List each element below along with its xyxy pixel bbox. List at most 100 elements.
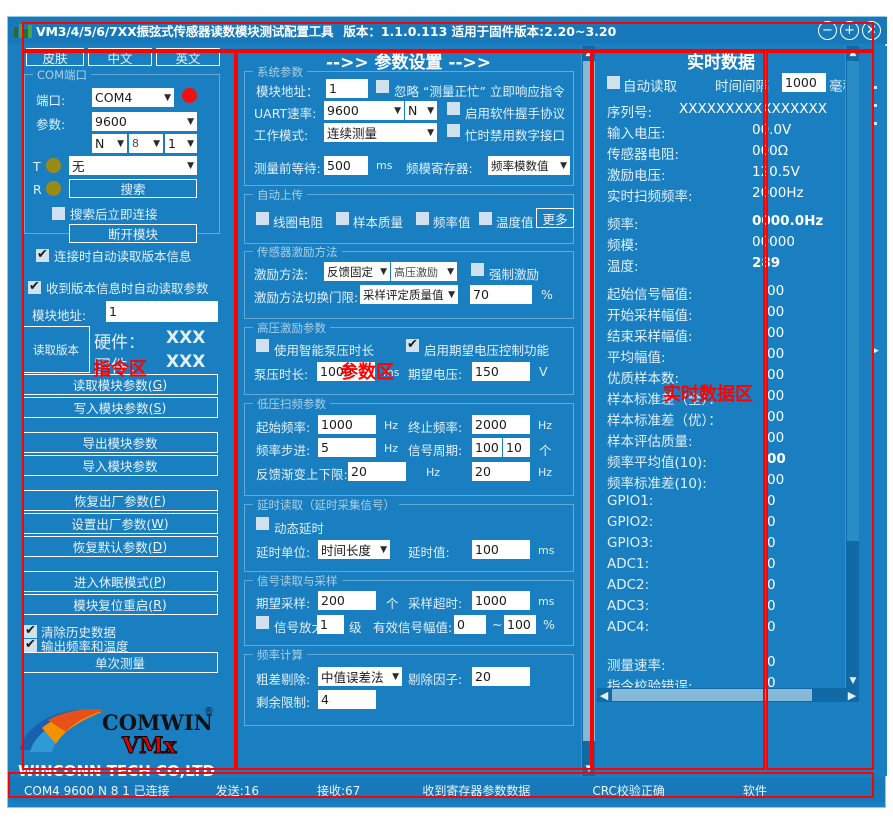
skin-button[interactable]: 皮肤	[26, 48, 84, 66]
application-window: VM3/4/5/6/7XX振弦式传感器读数模块测试配置工具 版本：1.1.0.1…	[7, 16, 887, 808]
disconnect-button[interactable]: 断开模块	[69, 224, 197, 243]
right-panel-hscrollbar[interactable]: ◀ ▶	[597, 688, 859, 702]
end-freq-input: 2000	[472, 415, 530, 434]
btn-label: 写入模块参数(	[73, 401, 154, 416]
chevron-down-icon: ▼	[448, 289, 455, 300]
strip-expand-icon[interactable]: ▶	[872, 346, 879, 356]
databits-select[interactable]: 8 ▼	[129, 134, 163, 153]
auto-read-version-row[interactable]: 连接时自动读取版本信息	[36, 246, 192, 265]
freqreg-label: 频模寄存器:	[406, 161, 473, 176]
module-reset-restart-button[interactable]: 模块复位重启(R)	[22, 594, 218, 615]
write-module-params-button[interactable]: 写入模块参数(S)	[22, 397, 218, 418]
upload-freq-checkbox[interactable]	[416, 212, 429, 225]
freqreg-select[interactable]: 频率模数值 ▼	[488, 156, 570, 175]
flowcontrol-select[interactable]: 无 ▼	[69, 156, 197, 175]
stopbits-select[interactable]: 1 ▼	[165, 134, 197, 153]
row-key: 频模:	[607, 238, 639, 254]
excite-method2-select[interactable]: 高压激励 ▼	[391, 262, 457, 281]
upload-sample-quality-checkbox[interactable]	[336, 212, 349, 225]
freq-step-unit: Hz	[384, 442, 399, 455]
ignore-busy-checkbox[interactable]	[376, 80, 389, 93]
row-value: 0	[767, 619, 776, 635]
maximize-icon[interactable]: +	[840, 21, 859, 40]
auto-read-data-label: 自动读取	[623, 79, 677, 95]
lv-sweep-title: 低压扫频参数	[253, 396, 330, 412]
scroll-left-icon[interactable]: ◀	[597, 688, 611, 702]
output-freq-temp-checkbox[interactable]	[24, 637, 37, 652]
auto-read-param-row[interactable]: 收到版本信息时自动读取参数	[28, 278, 209, 297]
btn-tail: )	[161, 597, 167, 612]
prewait-value: 500	[327, 158, 351, 173]
excite-threshold-input: 70	[470, 285, 532, 304]
auto-connect-checkbox[interactable]	[52, 207, 65, 220]
minimize-icon[interactable]: −	[818, 21, 837, 40]
auto-read-param-checkbox[interactable]	[28, 279, 41, 294]
scroll-up-icon[interactable]: ▲	[582, 46, 595, 60]
workmode-select[interactable]: 连续测量 ▼	[324, 123, 437, 142]
import-module-params-button[interactable]: 导入模块参数	[22, 455, 218, 476]
port-select[interactable]: COM4 ▼	[92, 88, 174, 107]
disable-digital-checkbox[interactable]	[447, 124, 460, 137]
signal-period-input-1: 100	[472, 438, 502, 457]
middle-panel-scrollbar[interactable]: ▲ ▼	[581, 46, 595, 776]
read-version-button[interactable]: 读取版本	[22, 326, 90, 373]
uart-baud-select[interactable]: 9600 ▼	[324, 101, 404, 120]
export-module-params-button[interactable]: 导出模块参数	[22, 432, 218, 453]
auto-connect-row[interactable]: 搜索后立即连接	[52, 204, 158, 223]
outlier-removal-select[interactable]: 中值误差法 ▼	[318, 667, 402, 686]
read-module-params-button[interactable]: 读取模块参数(G)	[22, 374, 218, 395]
interval-input[interactable]: 1000	[782, 73, 826, 92]
excite-threshold-select[interactable]: 采样评定质量值 ▼	[360, 285, 458, 304]
auto-read-data-checkbox[interactable]	[607, 76, 620, 89]
freq-step-input: 5	[318, 438, 376, 457]
delay-unit-select[interactable]: 时间长度 ▼	[318, 540, 390, 559]
signal-period-label: 信号周期:	[408, 443, 463, 458]
freqreg-value: 频率模数值	[491, 158, 549, 173]
uart-parity-select[interactable]: N ▼	[405, 101, 437, 120]
scroll-up-icon[interactable]: ▲	[846, 46, 860, 60]
expect-volt-ctrl-checkbox[interactable]	[406, 337, 419, 352]
right-panel-vscrollbar[interactable]: ▲ ▼	[845, 46, 859, 688]
restore-factory-params-button[interactable]: 恢复出厂参数(F)	[22, 490, 218, 511]
handshake-checkbox[interactable]	[447, 102, 460, 115]
upload-more-button[interactable]: 更多	[536, 208, 574, 228]
upload-coil-res-checkbox[interactable]	[256, 212, 269, 225]
delay-read-group: 延时读取（延时采集信号）	[244, 497, 574, 572]
force-excite-checkbox[interactable]	[471, 263, 484, 276]
status-connection: COM4 9600 N 8 1 已连接	[24, 783, 170, 798]
scroll-right-icon[interactable]: ▶	[845, 688, 859, 702]
search-button[interactable]: 搜索	[69, 179, 197, 198]
middle-scroll-thumb[interactable]	[583, 61, 595, 741]
valid-amp-max-input: 100	[504, 615, 536, 634]
excite-method-select[interactable]: 反馈固定 ▼	[324, 262, 390, 281]
right-hscroll-thumb[interactable]	[612, 689, 812, 701]
dynamic-delay-checkbox[interactable]	[256, 517, 269, 530]
enter-sleep-mode-button[interactable]: 进入休眠模式(P)	[22, 571, 218, 592]
english-button[interactable]: 英文	[156, 48, 220, 66]
excite-method-label: 激励方法:	[254, 267, 309, 282]
single-measure-button[interactable]: 单次测量	[22, 652, 218, 673]
set-factory-params-button[interactable]: 设置出厂参数(W)	[22, 513, 218, 534]
smart-pump-checkbox[interactable]	[256, 339, 269, 352]
excite-threshold-num: 70	[473, 287, 489, 302]
row-key: 测量速率:	[607, 658, 666, 674]
scroll-down-icon[interactable]: ▼	[582, 762, 595, 776]
auto-read-version-label: 连接时自动读取版本信息	[54, 249, 192, 264]
module-address-label: 模块地址:	[32, 308, 87, 323]
row-value: 00	[767, 430, 785, 446]
chinese-button[interactable]: 中文	[88, 48, 152, 66]
scroll-down-icon[interactable]: ▼	[846, 674, 860, 688]
close-icon[interactable]: ✕	[862, 21, 881, 40]
baudrate-select[interactable]: 9600 ▼	[92, 112, 197, 131]
signal-amp-checkbox[interactable]	[256, 616, 269, 629]
data-row-gpio3: GPIO3: 0	[607, 535, 857, 551]
row-key: GPIO3:	[607, 535, 654, 551]
module-address-input[interactable]: 1	[106, 301, 218, 322]
right-scroll-thumb[interactable]	[847, 61, 859, 541]
parity-select[interactable]: N ▼	[92, 134, 127, 153]
data-row-sensor-resistance: 传感器电阻: 000Ω	[607, 143, 857, 163]
row-value: 00.0V	[752, 122, 792, 138]
upload-temp-checkbox[interactable]	[479, 212, 492, 225]
auto-read-version-checkbox[interactable]	[36, 247, 49, 262]
restore-default-params-button[interactable]: 恢复默认参数(D)	[22, 536, 218, 557]
